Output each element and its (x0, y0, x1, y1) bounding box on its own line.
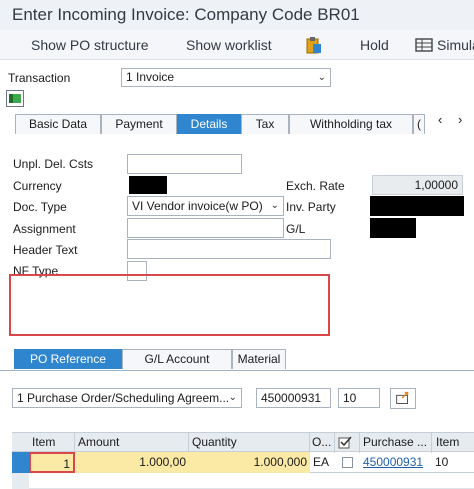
exch-rate-label: Exch. Rate (286, 179, 345, 193)
row-checkbox[interactable] (342, 457, 353, 468)
tab-tax[interactable]: Tax (241, 114, 289, 134)
application-toolbar: Show PO structure Show worklist Hold Sim… (0, 30, 474, 60)
po-item-input[interactable]: 10 (338, 388, 380, 408)
screen-layout-icon[interactable] (6, 90, 24, 107)
tab-withholding-tax[interactable]: Withholding tax (289, 114, 413, 134)
col-order-unit[interactable]: O... (312, 435, 331, 449)
show-po-structure-button[interactable]: Show PO structure (31, 37, 149, 53)
section-divider (0, 370, 474, 371)
items-grid-header: Item Amount Quantity O... Purchase ... I… (12, 432, 474, 453)
unpl-del-csts-label: Unpl. Del. Csts (13, 157, 94, 171)
transaction-label: Transaction (8, 71, 71, 85)
col-item[interactable]: Item (32, 435, 55, 449)
item-tabstrip: PO Reference G/L Account Material (14, 349, 286, 369)
checkbox-column-icon[interactable] (338, 435, 353, 450)
simulate-icon[interactable] (414, 35, 434, 55)
hold-button[interactable]: Hold (360, 37, 389, 53)
purchase-order-link[interactable]: 450000931 (360, 452, 432, 473)
transaction-select[interactable]: 1 Invoice ⌄ (121, 68, 331, 87)
inv-party-value-redacted[interactable] (370, 196, 464, 216)
tab-gl-account[interactable]: G/L Account (122, 349, 232, 369)
chevron-down-icon: ⌄ (317, 72, 326, 83)
header-tabstrip: Basic Data Payment Details Tax Withholdi… (15, 114, 425, 134)
annotation-highlight-box (9, 274, 330, 336)
tab-material[interactable]: Material (232, 349, 286, 369)
column-separator (74, 433, 75, 453)
window-title-bar: Enter Incoming Invoice: Company Code BR0… (0, 0, 474, 30)
transaction-value: 1 Invoice (126, 70, 175, 84)
row-selector[interactable] (12, 452, 29, 473)
doc-type-select[interactable]: VI Vendor invoice(w PO) ⌄ (127, 196, 284, 216)
col-amount[interactable]: Amount (78, 435, 119, 449)
tab-overflow[interactable]: ( (413, 114, 425, 134)
column-separator (309, 433, 310, 453)
assignment-label: Assignment (13, 222, 76, 236)
unit-cell[interactable]: EA (310, 452, 335, 473)
column-separator (359, 433, 360, 453)
gl-value-redacted[interactable] (370, 218, 416, 238)
show-worklist-button[interactable]: Show worklist (186, 37, 272, 53)
doc-type-value: VI Vendor invoice(w PO) (132, 199, 263, 213)
quantity-cell[interactable]: 1.000,000 (189, 452, 310, 473)
choose-po-button[interactable] (390, 388, 416, 409)
unpl-del-csts-input[interactable] (127, 154, 242, 174)
col-quantity[interactable]: Quantity (192, 435, 237, 449)
col-po-item[interactable]: Item (436, 435, 459, 449)
gl-label: G/L (286, 222, 306, 236)
header-text-input[interactable] (127, 239, 331, 259)
po-number-input[interactable]: 450000931 (256, 388, 331, 408)
amount-cell[interactable]: 1.000,00 (75, 452, 189, 473)
chevron-down-icon: ⌄ (270, 200, 279, 211)
header-text-label: Header Text (13, 243, 78, 257)
tab-basic-data[interactable]: Basic Data (15, 114, 101, 134)
window-title: Enter Incoming Invoice: Company Code BR0… (12, 5, 360, 24)
table-row-empty[interactable] (12, 473, 474, 489)
reference-type-value: 1 Purchase Order/Scheduling Agreem... (17, 391, 230, 405)
column-separator (334, 433, 335, 453)
currency-value-redacted[interactable] (129, 176, 167, 194)
exch-rate-input[interactable]: 1,00000 (372, 175, 463, 195)
column-separator (431, 433, 432, 453)
tab-po-reference[interactable]: PO Reference (14, 349, 122, 369)
chevron-down-icon: ⌄ (228, 392, 237, 403)
simulate-button[interactable]: Simula (437, 37, 474, 53)
chevron-right-icon[interactable]: › (458, 112, 462, 127)
item-cell[interactable]: 1 (29, 452, 75, 473)
open-arrow-icon (396, 391, 409, 404)
row-selector[interactable] (12, 473, 29, 489)
chevron-left-icon[interactable]: ‹ (438, 112, 442, 127)
clipboard-icon[interactable] (304, 35, 324, 55)
assignment-input[interactable] (127, 218, 284, 238)
doc-type-label: Doc. Type (13, 200, 67, 214)
po-item-cell[interactable]: 10 (432, 452, 474, 473)
inv-party-label: Inv. Party (286, 200, 336, 214)
tab-details[interactable]: Details (177, 114, 241, 134)
currency-label: Currency (13, 179, 62, 193)
tab-payment[interactable]: Payment (101, 114, 177, 134)
reference-type-select[interactable]: 1 Purchase Order/Scheduling Agreem... ⌄ (12, 388, 242, 408)
table-row[interactable]: 1 1.000,00 1.000,000 EA 450000931 10 (12, 452, 474, 473)
col-purchase-order[interactable]: Purchase ... (363, 435, 427, 449)
column-separator (188, 433, 189, 453)
